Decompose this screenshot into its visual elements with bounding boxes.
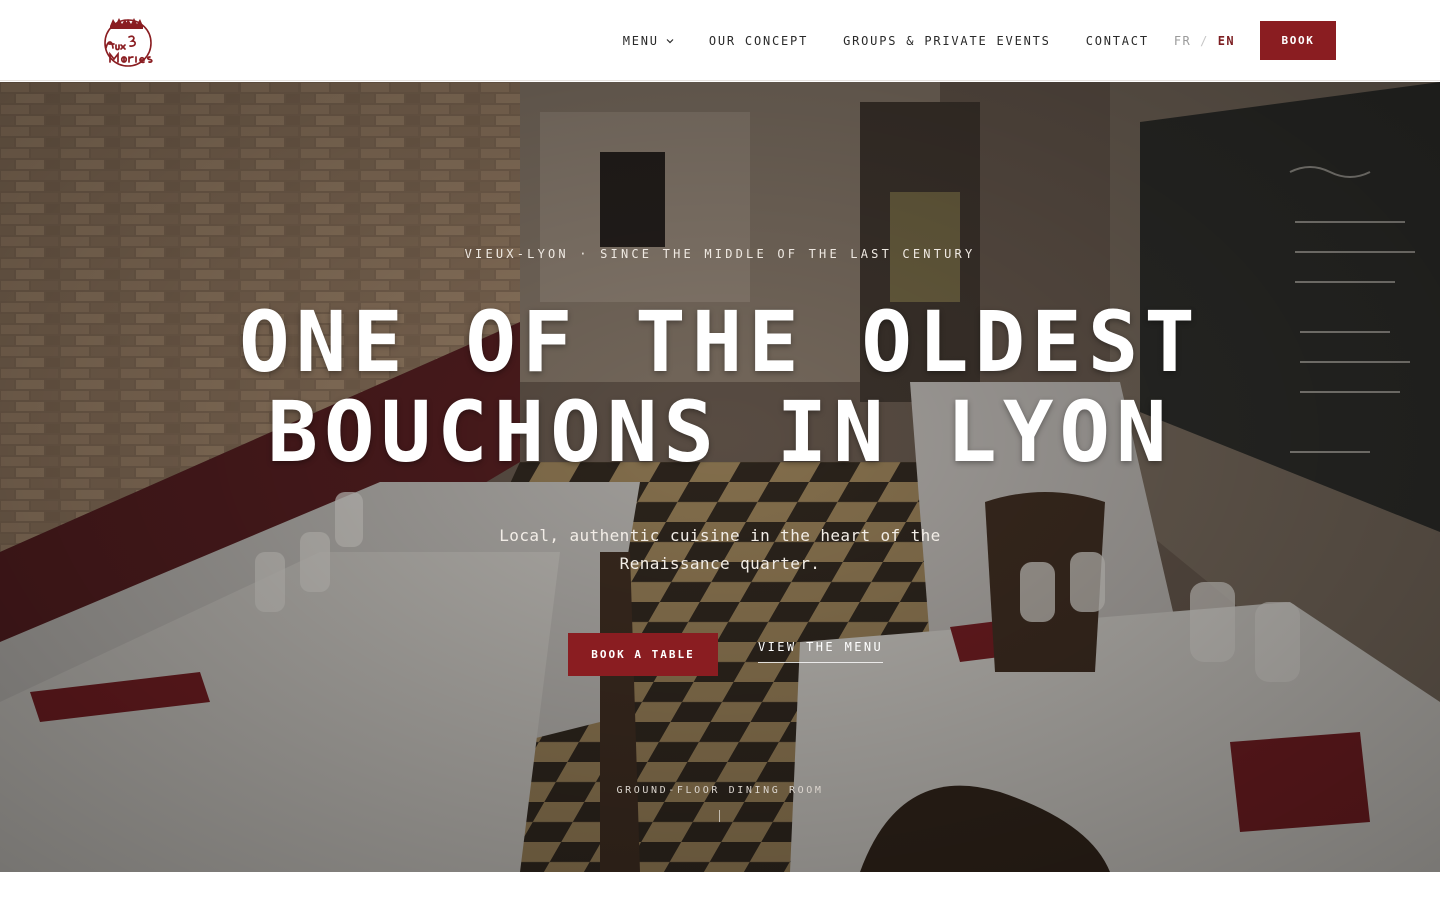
nav-item-contact[interactable]: CONTACT	[1086, 34, 1149, 48]
nav-item-our-concept[interactable]: OUR CONCEPT	[709, 34, 808, 48]
lang-fr-link[interactable]: FR	[1174, 34, 1191, 48]
hero-cta-row: BOOK A TABLE VIEW THE MENU	[568, 633, 884, 676]
book-a-table-button[interactable]: BOOK A TABLE	[568, 633, 718, 676]
view-the-menu-link[interactable]: VIEW THE MENU	[758, 640, 884, 663]
hero-headline-line1: ONE OF THE OLDEST	[239, 293, 1201, 391]
main-nav: MENU OUR CONCEPT GROUPS & PRIVATE EVENTS…	[623, 21, 1336, 60]
lang-separator: /	[1200, 33, 1209, 48]
crown-script-logo-icon	[104, 18, 153, 67]
scroll-indicator[interactable]	[719, 810, 720, 822]
nav-item-groups-label: GROUPS & PRIVATE EVENTS	[843, 33, 1051, 48]
page-below-fold	[0, 872, 1440, 900]
book-button[interactable]: BOOK	[1260, 21, 1336, 60]
lang-en-link[interactable]: EN	[1218, 34, 1235, 48]
brand-logo[interactable]	[98, 10, 162, 70]
hero-section: VIEUX-LYON · SINCE THE MIDDLE OF THE LAS…	[0, 82, 1440, 872]
chevron-down-icon	[666, 38, 674, 43]
nav-item-menu-label: MENU	[622, 33, 659, 48]
nav-item-our-concept-label: OUR CONCEPT	[708, 33, 809, 48]
nav-item-menu[interactable]: MENU	[623, 34, 674, 48]
nav-item-groups-private-events[interactable]: GROUPS & PRIVATE EVENTS	[843, 34, 1051, 48]
language-switcher: FR / EN	[1174, 34, 1235, 48]
nav-item-contact-label: CONTACT	[1085, 33, 1149, 48]
hero-headline: ONE OF THE OLDEST BOUCHONS IN LYON	[0, 297, 1440, 477]
photo-caption: GROUND-FLOOR DINING ROOM	[616, 785, 824, 796]
hero-subtitle: Local, authentic cuisine in the heart of…	[499, 526, 941, 573]
hero-headline-line2: BOUCHONS IN LYON	[267, 383, 1173, 481]
site-header: MENU OUR CONCEPT GROUPS & PRIVATE EVENTS…	[0, 0, 1440, 81]
hero-eyebrow: VIEUX-LYON · SINCE THE MIDDLE OF THE LAS…	[464, 247, 976, 261]
